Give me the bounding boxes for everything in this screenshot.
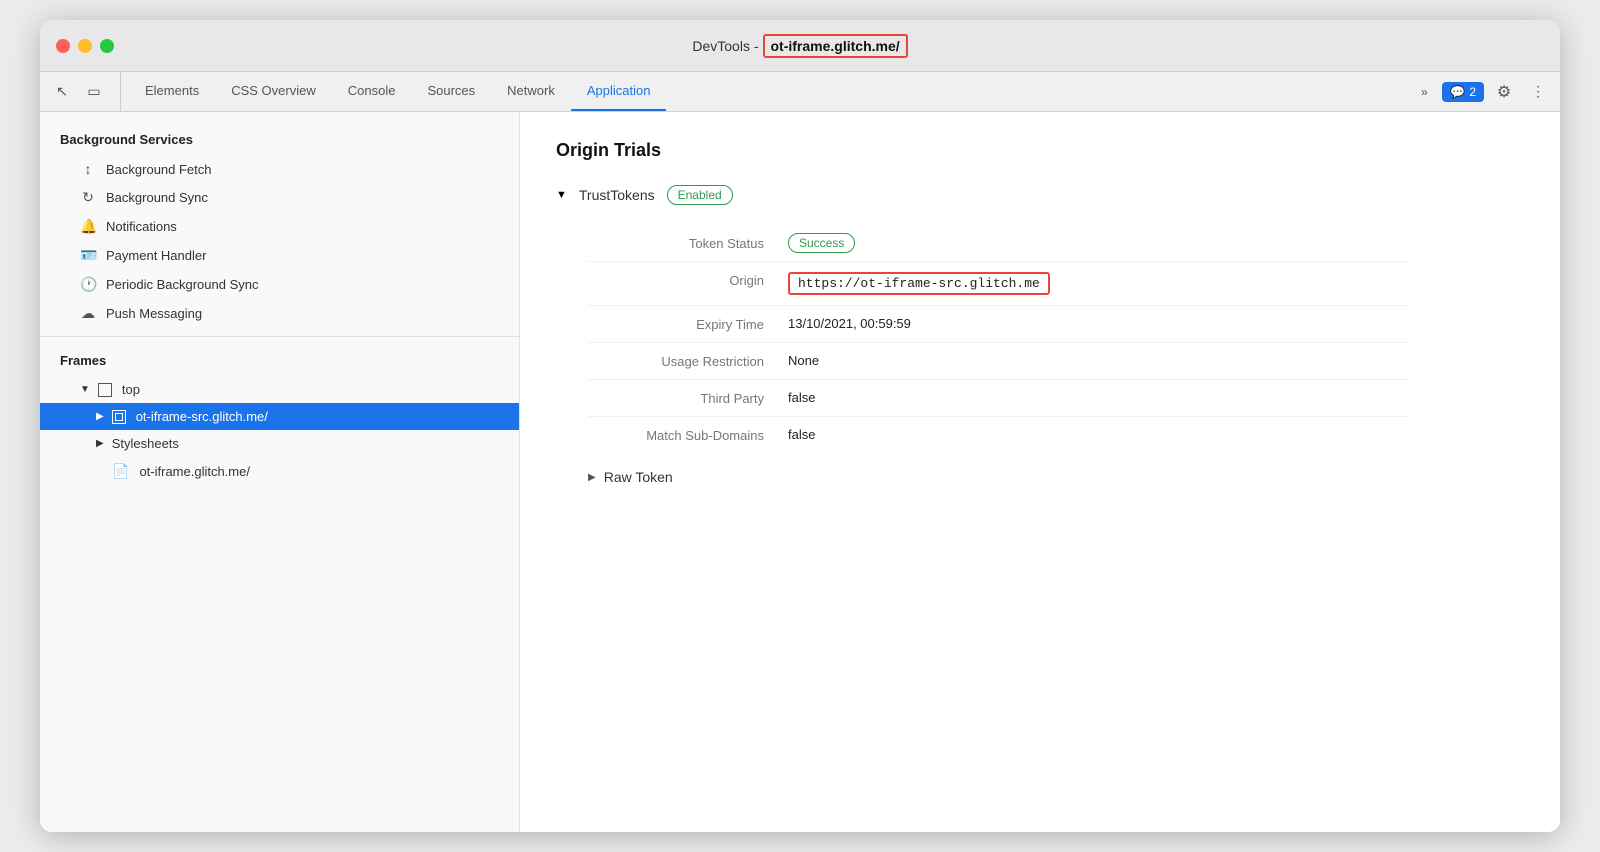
background-fetch-label: Background Fetch <box>106 162 212 177</box>
minimize-button[interactable] <box>78 39 92 53</box>
token-status-value: Success <box>788 235 855 250</box>
expiry-value: 13/10/2021, 00:59:59 <box>788 316 911 331</box>
expiry-row: Expiry Time 13/10/2021, 00:59:59 <box>588 306 1408 343</box>
raw-token-row[interactable]: ▶ Raw Token <box>588 469 1524 485</box>
usage-restriction-label: Usage Restriction <box>588 353 788 369</box>
maximize-button[interactable] <box>100 39 114 53</box>
sidebar: Background Services ↕ Background Fetch ↻… <box>40 112 520 832</box>
top-arrow-icon: ▼ <box>80 384 90 395</box>
third-party-row: Third Party false <box>588 380 1408 417</box>
origin-value: https://ot-iframe-src.glitch.me <box>788 272 1050 295</box>
trust-tokens-chevron-icon: ▼ <box>556 189 567 201</box>
frames-item-top[interactable]: ▼ top <box>40 376 519 403</box>
window-controls <box>56 39 114 53</box>
raw-token-label: Raw Token <box>604 469 673 485</box>
frames-item-ot-iframe-src[interactable]: ▶ ot-iframe-src.glitch.me/ <box>40 403 519 430</box>
titlebar-url: ot-iframe.glitch.me/ <box>763 34 908 58</box>
trust-tokens-header[interactable]: ▼ TrustTokens Enabled <box>556 185 1524 205</box>
toolbar: ↖ ▭ Elements CSS Overview Console Source… <box>40 72 1560 112</box>
notifications-icon: 🔔 <box>80 218 96 235</box>
expiry-label: Expiry Time <box>588 316 788 332</box>
devtools-window: DevTools - ot-iframe.glitch.me/ ↖ ▭ Elem… <box>40 20 1560 832</box>
messages-count: 2 <box>1469 85 1476 99</box>
messages-button[interactable]: 💬 2 <box>1442 82 1484 102</box>
device-icon[interactable]: ▭ <box>80 78 108 106</box>
close-button[interactable] <box>56 39 70 53</box>
periodic-sync-label: Periodic Background Sync <box>106 277 258 292</box>
notifications-label: Notifications <box>106 219 177 234</box>
token-status-row: Token Status Success <box>588 225 1408 262</box>
token-status-badge: Success <box>788 233 855 253</box>
trust-tokens-badge: Enabled <box>667 185 733 205</box>
stylesheets-label: Stylesheets <box>112 436 179 451</box>
third-party-value: false <box>788 390 815 405</box>
tab-css-overview[interactable]: CSS Overview <box>215 72 332 111</box>
background-sync-icon: ↻ <box>80 189 96 206</box>
usage-restriction-value: None <box>788 353 819 368</box>
detail-table: Token Status Success Origin https://ot-i… <box>588 225 1408 453</box>
tab-network[interactable]: Network <box>491 72 571 111</box>
push-messaging-label: Push Messaging <box>106 306 202 321</box>
match-subdomains-row: Match Sub-Domains false <box>588 417 1408 453</box>
toolbar-right: » 💬 2 ⚙ ⋮ <box>1412 72 1552 111</box>
tab-sources[interactable]: Sources <box>411 72 491 111</box>
origin-row: Origin https://ot-iframe-src.glitch.me <box>588 262 1408 306</box>
frames-item-ot-iframe[interactable]: 📄 ot-iframe.glitch.me/ <box>40 457 519 486</box>
token-status-label: Token Status <box>588 235 788 251</box>
sidebar-item-background-fetch[interactable]: ↕ Background Fetch <box>40 155 519 183</box>
iframe-src-label: ot-iframe-src.glitch.me/ <box>136 409 268 424</box>
file-icon: 📄 <box>112 463 129 480</box>
sidebar-item-periodic-background-sync[interactable]: 🕐 Periodic Background Sync <box>40 270 519 299</box>
devtools-label: DevTools - <box>692 38 758 54</box>
sidebar-divider <box>40 336 519 337</box>
frames-header: Frames <box>40 345 519 376</box>
tab-application[interactable]: Application <box>571 72 667 111</box>
page-title: Origin Trials <box>556 140 1524 161</box>
raw-token-chevron-icon: ▶ <box>588 472 596 483</box>
background-services-header: Background Services <box>40 124 519 155</box>
ot-iframe-label: ot-iframe.glitch.me/ <box>139 464 250 479</box>
frame-box-icon <box>98 383 112 397</box>
settings-gear-icon[interactable]: ⚙ <box>1490 78 1518 106</box>
iframe-arrow-icon: ▶ <box>96 411 104 422</box>
main-content: Background Services ↕ Background Fetch ↻… <box>40 112 1560 832</box>
frame-iframe-icon <box>112 410 126 424</box>
more-tabs-button[interactable]: » <box>1412 78 1436 106</box>
background-fetch-icon: ↕ <box>80 161 96 177</box>
sidebar-item-notifications[interactable]: 🔔 Notifications <box>40 212 519 241</box>
third-party-label: Third Party <box>588 390 788 406</box>
stylesheets-arrow-icon: ▶ <box>96 438 104 449</box>
tab-elements[interactable]: Elements <box>129 72 215 111</box>
more-options-icon[interactable]: ⋮ <box>1524 78 1552 106</box>
background-sync-label: Background Sync <box>106 190 208 205</box>
payment-handler-label: Payment Handler <box>106 248 206 263</box>
sidebar-item-background-sync[interactable]: ↻ Background Sync <box>40 183 519 212</box>
chat-icon: 💬 <box>1450 85 1465 99</box>
sidebar-item-push-messaging[interactable]: ☁ Push Messaging <box>40 299 519 328</box>
sidebar-item-payment-handler[interactable]: 🪪 Payment Handler <box>40 241 519 270</box>
match-subdomains-value: false <box>788 427 815 442</box>
toolbar-icon-group: ↖ ▭ <box>48 72 121 111</box>
trust-tokens-label: TrustTokens <box>579 187 655 203</box>
frames-section: Frames ▼ top ▶ ot-iframe-src.glitch.me/ … <box>40 345 519 486</box>
cursor-icon[interactable]: ↖ <box>48 78 76 106</box>
content-area: Origin Trials ▼ TrustTokens Enabled Toke… <box>520 112 1560 832</box>
origin-label: Origin <box>588 272 788 288</box>
frames-item-stylesheets[interactable]: ▶ Stylesheets <box>40 430 519 457</box>
periodic-sync-icon: 🕐 <box>80 276 96 293</box>
payment-handler-icon: 🪪 <box>80 247 96 264</box>
toolbar-tabs: Elements CSS Overview Console Sources Ne… <box>129 72 1412 111</box>
match-subdomains-label: Match Sub-Domains <box>588 427 788 443</box>
titlebar-text: DevTools - ot-iframe.glitch.me/ <box>692 34 907 58</box>
tab-console[interactable]: Console <box>332 72 412 111</box>
usage-restriction-row: Usage Restriction None <box>588 343 1408 380</box>
titlebar: DevTools - ot-iframe.glitch.me/ <box>40 20 1560 72</box>
frames-top-label: top <box>122 382 140 397</box>
push-messaging-icon: ☁ <box>80 305 96 322</box>
